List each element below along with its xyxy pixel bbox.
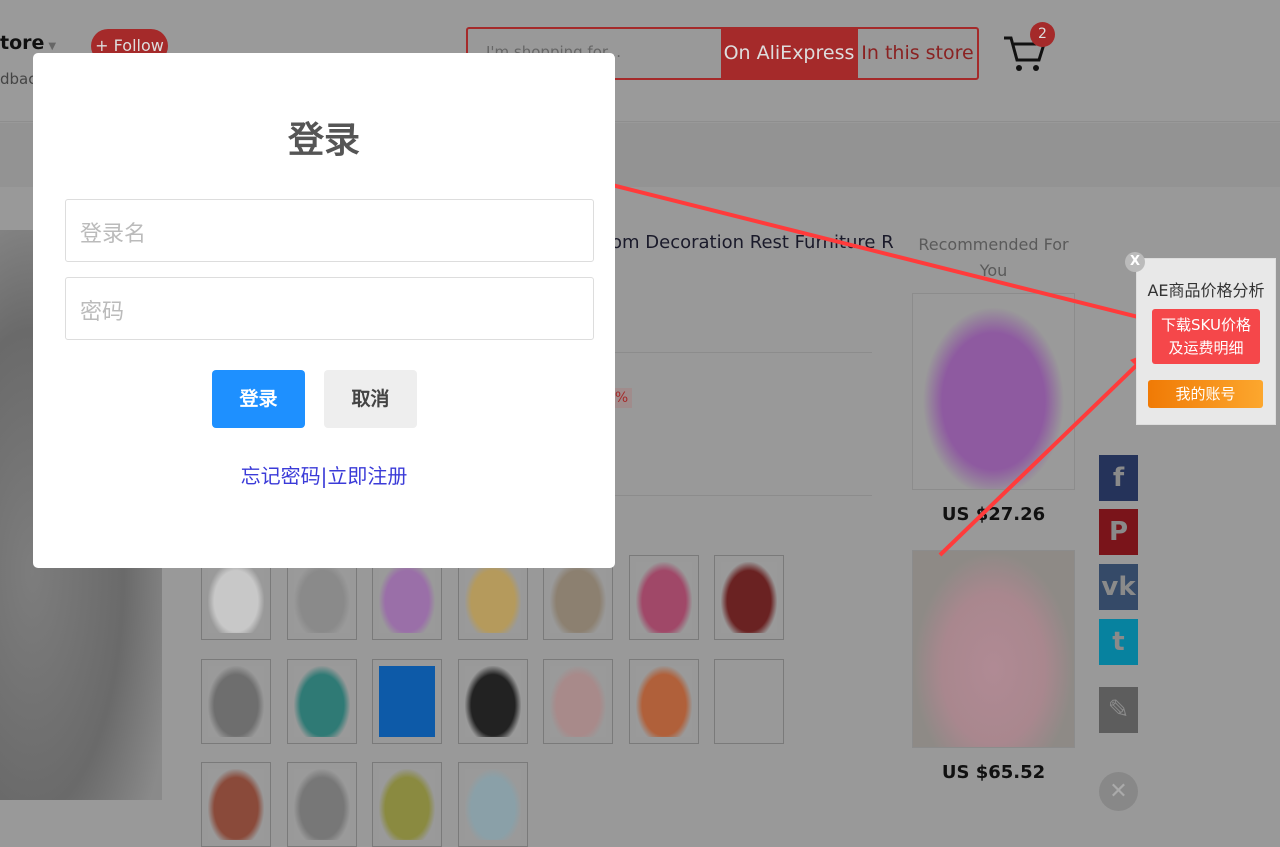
forgot-password-link[interactable]: 忘记密码 <box>241 464 321 488</box>
login-button[interactable]: 登录 <box>212 370 305 428</box>
download-sku-line2: 及运费明细 <box>1168 339 1244 357</box>
download-sku-button[interactable]: 下载SKU价格 及运费明细 <box>1152 309 1260 364</box>
extension-close-button[interactable]: X <box>1125 252 1145 272</box>
register-link[interactable]: 立即注册 <box>327 464 407 488</box>
username-input[interactable]: 登录名 <box>65 199 594 262</box>
password-input[interactable]: 密码 <box>65 277 594 340</box>
price-analysis-extension-panel: AE商品价格分析 下载SKU价格 及运费明细 我的账号 <box>1136 258 1276 425</box>
my-account-button[interactable]: 我的账号 <box>1148 380 1263 408</box>
annotation-arrow <box>599 180 1151 322</box>
login-title: 登录 <box>287 120 360 161</box>
modal-links: 忘记密码|立即注册 <box>33 460 615 489</box>
download-sku-line1: 下载SKU价格 <box>1161 316 1251 334</box>
cancel-button[interactable]: 取消 <box>324 370 417 428</box>
extension-title: AE商品价格分析 <box>1147 281 1265 300</box>
login-modal: 登录 登录名 密码 登录 取消 忘记密码|立即注册 <box>33 53 615 568</box>
annotation-arrow <box>938 360 1142 557</box>
